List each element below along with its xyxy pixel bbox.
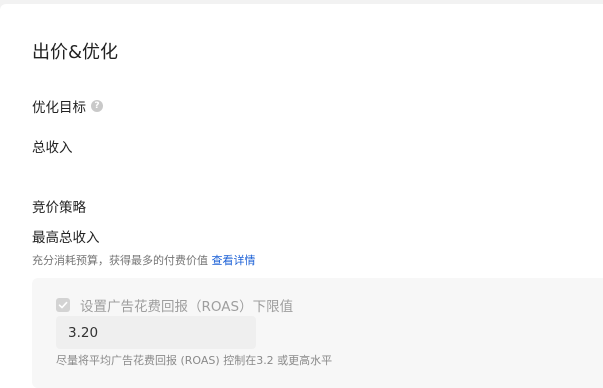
roas-checkbox[interactable] [56,298,70,312]
optimization-goal-value: 总收入 [32,140,73,156]
bid-strategy-description: 充分消耗预算，获得最多的付费价值 查看详情 [32,252,256,268]
question-circle-icon[interactable]: ? [91,100,103,112]
roas-min-input[interactable]: 3.20 [56,316,256,349]
roas-hint-text: 尽量将平均广告花费回报 (ROAS) 控制在3.2 或更高水平 [56,354,333,367]
optimization-goal-label: 优化目标 [32,100,86,116]
bidding-optimization-panel: 出价&优化 优化目标 ? 总收入 竞价策略 最高总收入 充分消耗预算，获得最多的… [0,4,603,388]
bid-strategy-label: 竞价策略 [32,200,86,216]
view-details-link[interactable]: 查看详情 [212,254,256,267]
roas-settings-box: 设置广告花费回报（ROAS）下限值 3.20 尽量将平均广告花费回报 (ROAS… [32,278,603,388]
optimization-goal-label-row: 优化目标 ? [32,96,103,116]
bid-strategy-value: 最高总收入 [32,230,100,246]
roas-min-value: 3.20 [68,324,99,341]
checkmark-icon [58,301,68,309]
section-title: 出价&优化 [32,42,119,63]
roas-checkbox-label: 设置广告花费回报（ROAS）下限值 [80,299,294,315]
bid-strategy-description-text: 充分消耗预算，获得最多的付费价值 [32,254,208,267]
